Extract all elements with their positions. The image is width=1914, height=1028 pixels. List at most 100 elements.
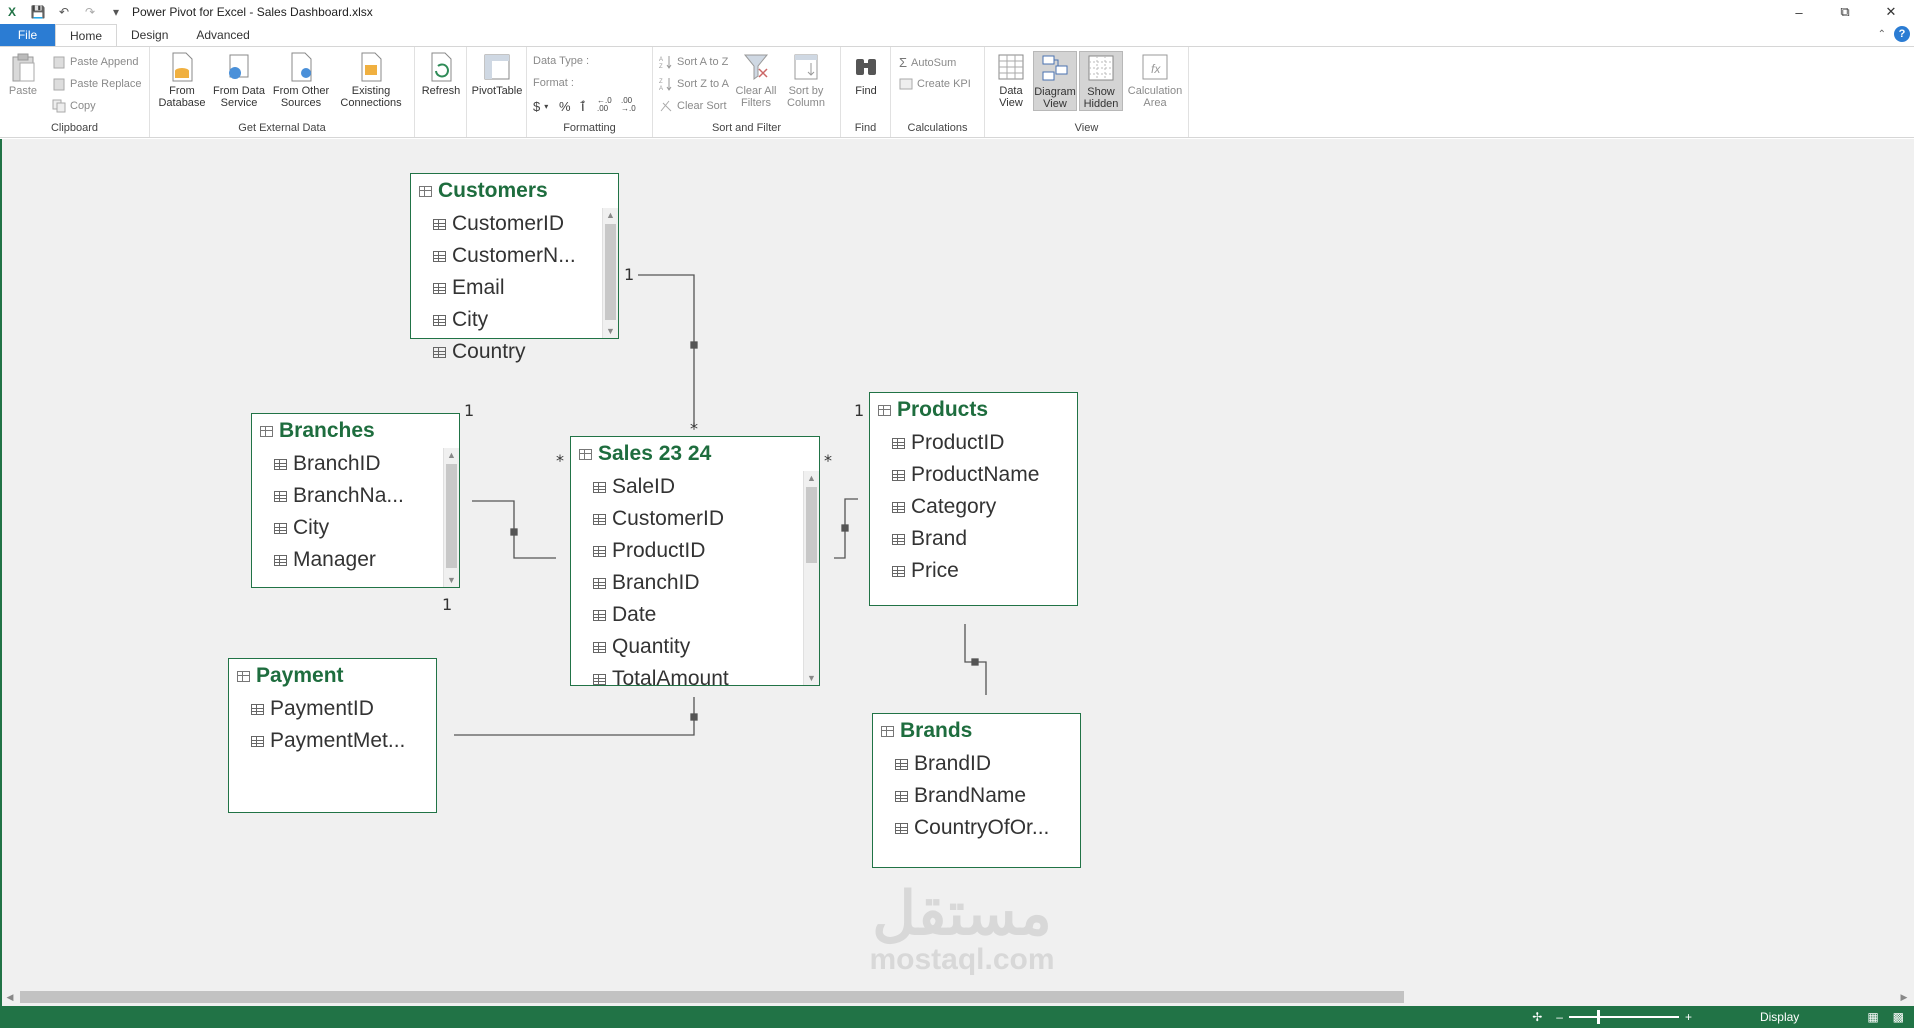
column-item[interactable]: City — [252, 512, 459, 544]
percent-button[interactable]: % — [559, 99, 571, 114]
column-item[interactable]: TotalAmount — [571, 663, 819, 685]
column-item[interactable]: BranchID — [571, 567, 819, 599]
horizontal-scrollbar[interactable]: ◀ ▶ — [2, 989, 1912, 1005]
restore-button[interactable]: ⧉ — [1822, 0, 1868, 24]
tab-file[interactable]: File — [0, 24, 55, 46]
scroll-left-icon[interactable]: ◀ — [2, 989, 18, 1005]
paste-button[interactable]: Paste — [8, 51, 38, 97]
column-item[interactable]: Brand — [870, 523, 1077, 555]
zoom-in-button[interactable]: + — [1685, 1010, 1692, 1024]
existing-connections-button[interactable]: Existing Connections — [336, 51, 406, 109]
tab-home[interactable]: Home — [55, 24, 118, 46]
scroll-up-icon[interactable]: ▲ — [603, 208, 618, 222]
column-item[interactable]: ProductName — [870, 459, 1077, 491]
display-label[interactable]: Display — [1760, 1010, 1799, 1024]
grid-view-icon[interactable]: ▦ — [1867, 1010, 1878, 1024]
table-brands[interactable]: Brands BrandID BrandName CountryOfOr... — [872, 713, 1081, 868]
fit-to-screen-icon[interactable]: ✢ — [1532, 1010, 1542, 1024]
increase-decimal-button[interactable]: ←.0 .00 — [597, 97, 612, 113]
scroll-down-icon[interactable]: ▼ — [804, 671, 819, 685]
format-field[interactable]: Format : — [533, 77, 574, 89]
from-data-service-button[interactable]: From Data Service — [212, 51, 266, 109]
diagram-view-icon[interactable]: ▩ — [1893, 1010, 1904, 1024]
scroll-down-icon[interactable]: ▼ — [444, 573, 459, 587]
clear-sort-button[interactable]: Clear Sort — [659, 99, 727, 113]
column-item[interactable]: ProductID — [870, 427, 1077, 459]
decrease-decimal-button[interactable]: .00 →.0 — [621, 97, 636, 113]
copy-button[interactable]: Copy — [52, 99, 96, 113]
column-item[interactable]: CustomerN... — [411, 240, 618, 272]
tab-design[interactable]: Design — [117, 24, 182, 46]
scroll-down-icon[interactable]: ▼ — [603, 324, 618, 338]
scroll-thumb[interactable] — [446, 464, 457, 568]
table-branches[interactable]: Branches BranchID BranchNa... City Manag… — [251, 413, 460, 588]
column-item[interactable]: BrandID — [873, 748, 1080, 780]
relationship-brands-products[interactable] — [964, 624, 987, 695]
column-item[interactable]: CustomerID — [571, 503, 819, 535]
from-other-sources-button[interactable]: From Other Sources — [270, 51, 332, 109]
column-item[interactable]: Category — [870, 491, 1077, 523]
clear-all-filters-button[interactable]: Clear All Filters — [733, 51, 779, 109]
table-sales[interactable]: Sales 23 24 SaleID CustomerID ProductID … — [570, 436, 820, 686]
data-view-button[interactable]: Data View — [991, 51, 1031, 109]
column-item[interactable]: ProductID — [571, 535, 819, 567]
table-products[interactable]: Products ProductID ProductName Category … — [869, 392, 1078, 606]
column-item[interactable]: Manager — [252, 544, 459, 576]
show-hidden-button[interactable]: Show Hidden — [1079, 51, 1123, 111]
collapse-ribbon-icon[interactable]: ⌃ — [1878, 29, 1886, 40]
relationship-payment-sales[interactable] — [454, 697, 698, 736]
help-icon[interactable]: ? — [1894, 26, 1910, 42]
zoom-out-button[interactable]: – — [1556, 1010, 1563, 1024]
column-item[interactable]: BranchID — [252, 448, 459, 480]
relationship-branches-sales[interactable] — [472, 500, 556, 559]
close-button[interactable]: ✕ — [1868, 0, 1914, 24]
sort-z-to-a-button[interactable]: ZA Sort Z to A — [659, 77, 729, 91]
save-icon[interactable]: 💾 — [30, 4, 46, 20]
diagram-canvas[interactable]: 1 * 1 * 1 * 1 * 1 * Customers CustomerID… — [0, 139, 1914, 1006]
paste-replace-button[interactable]: Paste Replace — [52, 77, 142, 91]
column-item[interactable]: Country — [411, 336, 618, 368]
scroll-thumb[interactable] — [605, 224, 616, 320]
column-item[interactable]: BranchNa... — [252, 480, 459, 512]
table-scrollbar[interactable]: ▲ ▼ — [803, 471, 819, 685]
column-item[interactable]: PaymentID — [229, 693, 436, 725]
table-payment[interactable]: Payment PaymentID PaymentMet... — [228, 658, 437, 813]
tab-advanced[interactable]: Advanced — [182, 24, 263, 46]
column-item[interactable]: CountryOfOr... — [873, 812, 1080, 844]
column-item[interactable]: Date — [571, 599, 819, 631]
column-item[interactable]: Price — [870, 555, 1077, 587]
scroll-thumb[interactable] — [20, 991, 1404, 1003]
column-item[interactable]: SaleID — [571, 471, 819, 503]
sort-a-to-z-button[interactable]: AZ Sort A to Z — [659, 55, 728, 69]
paste-append-button[interactable]: Paste Append — [52, 55, 139, 69]
table-scrollbar[interactable]: ▲ ▼ — [443, 448, 459, 587]
pivottable-button[interactable]: PivotTable — [471, 51, 523, 97]
autosum-button[interactable]: Σ AutoSum — [899, 55, 956, 70]
customize-icon[interactable]: ▾ — [108, 4, 124, 20]
redo-icon[interactable]: ↷ — [82, 4, 98, 20]
excel-icon[interactable]: X — [4, 4, 20, 20]
table-scrollbar[interactable]: ▲ ▼ — [602, 208, 618, 338]
scroll-up-icon[interactable]: ▲ — [804, 471, 819, 485]
column-item[interactable]: CustomerID — [411, 208, 618, 240]
from-database-button[interactable]: From Database — [156, 51, 208, 109]
scroll-thumb[interactable] — [806, 487, 817, 563]
calculation-area-button[interactable]: fx Calculation Area — [1125, 51, 1185, 109]
column-item[interactable]: PaymentMet... — [229, 725, 436, 757]
create-kpi-button[interactable]: Create KPI — [899, 77, 971, 91]
diagram-view-button[interactable]: Diagram View — [1033, 51, 1077, 111]
currency-button[interactable]: $ ▾ — [533, 99, 548, 114]
scroll-up-icon[interactable]: ▲ — [444, 448, 459, 462]
undo-icon[interactable]: ↶ — [56, 4, 72, 20]
minimize-button[interactable]: – — [1776, 0, 1822, 24]
find-button[interactable]: Find — [845, 51, 887, 97]
column-item[interactable]: Email — [411, 272, 618, 304]
comma-button[interactable]: ٱ — [579, 99, 587, 115]
scroll-right-icon[interactable]: ▶ — [1896, 989, 1912, 1005]
column-item[interactable]: BrandName — [873, 780, 1080, 812]
relationship-products-sales[interactable] — [834, 498, 858, 559]
zoom-slider[interactable] — [1568, 1010, 1679, 1024]
data-type-field[interactable]: Data Type : — [533, 55, 589, 67]
sort-by-column-button[interactable]: Sort by Column — [781, 51, 831, 109]
zoom-slider-knob[interactable] — [1596, 1010, 1600, 1024]
